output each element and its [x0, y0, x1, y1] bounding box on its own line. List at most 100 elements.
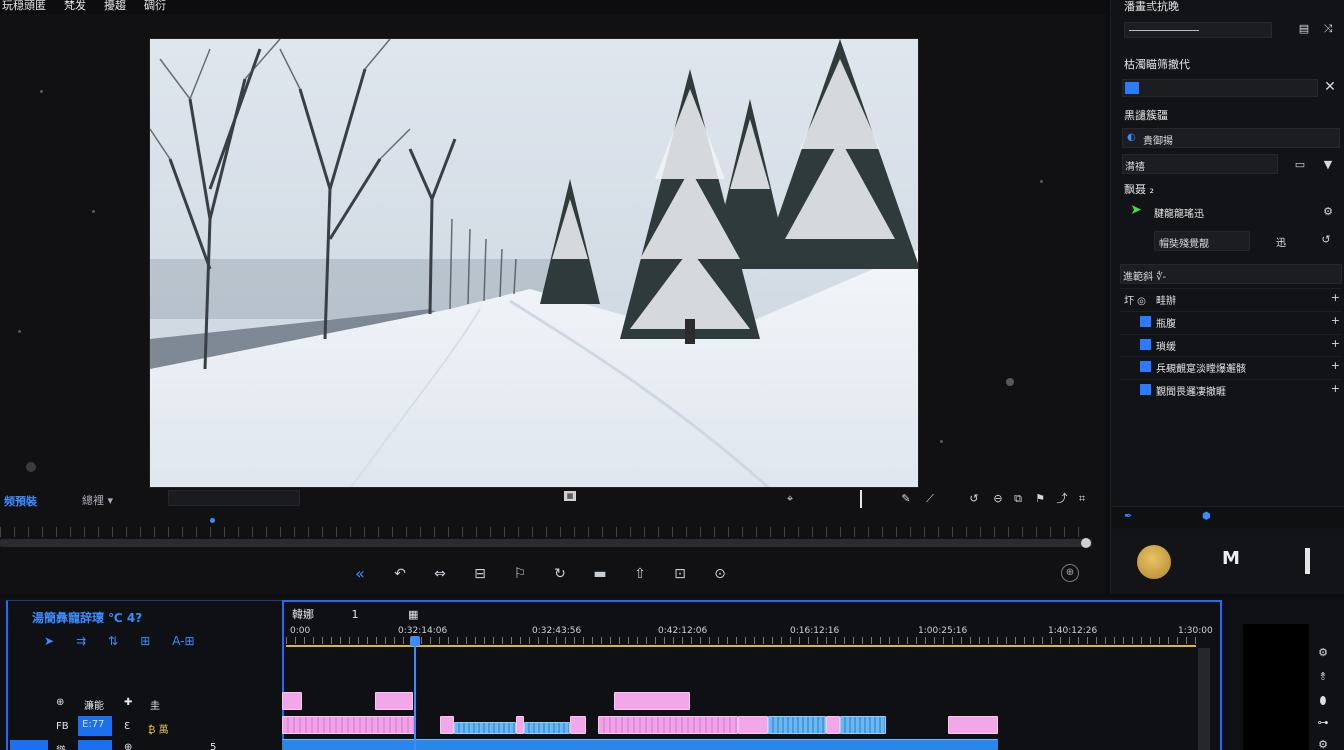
- settings-icon[interactable]: ⊙: [710, 564, 730, 584]
- video-clip[interactable]: [516, 716, 524, 734]
- preview-field[interactable]: [168, 490, 300, 506]
- video-clip[interactable]: [454, 722, 516, 734]
- select-tool-icon[interactable]: ➤: [44, 634, 54, 652]
- track-target-button[interactable]: E:77: [78, 716, 112, 736]
- checkbox[interactable]: [1140, 384, 1151, 395]
- track-lock-icon[interactable]: ⊕: [56, 697, 64, 708]
- checkbox[interactable]: [1140, 339, 1151, 350]
- work-area-bar[interactable]: [286, 645, 1196, 647]
- mark-in-icon[interactable]: ⊟: [470, 564, 490, 584]
- menu-item-3[interactable]: 擾趨: [104, 0, 126, 14]
- add-icon[interactable]: +: [1331, 291, 1340, 304]
- undo-icon[interactable]: ↺: [1318, 233, 1334, 247]
- video-clip[interactable]: [282, 692, 302, 710]
- video-clip[interactable]: [948, 716, 998, 734]
- video-clip[interactable]: [375, 692, 413, 710]
- bar-thumbnail[interactable]: [1305, 548, 1310, 574]
- video-clip[interactable]: [524, 722, 570, 734]
- badge-thumbnail[interactable]: [1137, 545, 1171, 579]
- list-item[interactable]: 圷 ◎ 畦辦 +: [1120, 288, 1342, 308]
- ripple-tool-icon[interactable]: ⇉: [76, 634, 86, 652]
- step-icon[interactable]: ⇔: [430, 564, 450, 584]
- share-icon[interactable]: ⤴: [1054, 492, 1070, 506]
- text-tool-icon[interactable]: A-⊞: [172, 634, 194, 652]
- comment-icon[interactable]: ▬: [590, 564, 610, 584]
- add-icon[interactable]: +: [1331, 337, 1340, 350]
- video-clip[interactable]: [768, 716, 826, 734]
- crop-icon[interactable]: ⌗: [1074, 492, 1090, 506]
- inspector-slider[interactable]: [1124, 22, 1272, 38]
- list-item[interactable]: 兵覡覿寔淡瞠爆邂骸 +: [1120, 356, 1342, 376]
- audio-target-button[interactable]: [78, 740, 112, 750]
- search-field[interactable]: 潸禧: [1122, 154, 1278, 174]
- audio-clip[interactable]: [282, 739, 998, 750]
- sequence-tab[interactable]: 韓娜 1 ▦: [292, 606, 418, 622]
- frame-marker-icon[interactable]: ▦: [564, 491, 576, 501]
- scrubber-handle[interactable]: [1081, 538, 1091, 548]
- video-preview[interactable]: [149, 38, 919, 488]
- slip-tool-icon[interactable]: ⊞: [140, 634, 150, 652]
- comment-icon[interactable]: ▭: [1292, 158, 1308, 172]
- preset-select[interactable]: ◐ 貴御揚: [1122, 128, 1340, 148]
- checkbox[interactable]: [1140, 316, 1151, 327]
- menu-item-1[interactable]: 玩穏頭匿: [2, 0, 46, 14]
- preview-dropdown[interactable]: 總裡 ▾: [82, 492, 113, 508]
- gear-icon[interactable]: ⚙: [1320, 205, 1336, 219]
- pen-icon[interactable]: ✎: [898, 492, 914, 506]
- add-icon[interactable]: +: [1331, 314, 1340, 327]
- back-icon[interactable]: «: [350, 564, 370, 584]
- playhead[interactable]: [414, 636, 416, 750]
- close-icon[interactable]: ✕: [1322, 80, 1338, 94]
- scrubber-in-point[interactable]: [210, 518, 215, 523]
- razor-tool-icon[interactable]: ⇅: [108, 634, 118, 652]
- list-header[interactable]: 進範斜 ∜-: [1120, 264, 1342, 284]
- settings-icon[interactable]: ⚙: [1316, 738, 1330, 750]
- zoom-icon[interactable]: ⊕: [1061, 564, 1079, 582]
- video-clip[interactable]: [282, 716, 416, 734]
- flag-icon[interactable]: ⚑: [1032, 492, 1048, 506]
- rewind-icon[interactable]: ↶: [390, 564, 410, 584]
- collapse-icon[interactable]: ⤨: [1320, 22, 1336, 36]
- progress-field[interactable]: [1122, 79, 1318, 97]
- document-icon[interactable]: ▤: [1296, 22, 1312, 36]
- video-clip[interactable]: [614, 692, 690, 710]
- logo-m-thumbnail[interactable]: M: [1218, 548, 1244, 570]
- timeline-scrollbar[interactable]: [1198, 648, 1210, 750]
- checkbox[interactable]: [1140, 361, 1151, 372]
- marker-icon[interactable]: ⬮: [1316, 694, 1330, 708]
- flag-icon[interactable]: ⚐: [510, 564, 530, 584]
- add-icon[interactable]: +: [1331, 382, 1340, 395]
- menu-item-2[interactable]: 梵发: [64, 0, 86, 14]
- preview-mode-label[interactable]: 频預裝: [4, 493, 37, 509]
- video-clip[interactable]: [440, 716, 454, 734]
- video-clip[interactable]: [570, 716, 586, 734]
- snap-icon[interactable]: ⥉: [1316, 670, 1330, 684]
- chevron-down-icon[interactable]: ▼: [1320, 158, 1336, 172]
- video-clip[interactable]: [840, 716, 886, 734]
- mask-icon[interactable]: ⧉: [1010, 492, 1026, 506]
- slash-icon[interactable]: ⟋: [922, 492, 938, 506]
- list-item[interactable]: 瓶腹 +: [1120, 311, 1342, 331]
- apply-button[interactable]: 帽奘殘覺靓: [1154, 231, 1250, 251]
- menu-item-4[interactable]: 碉衍: [144, 0, 166, 14]
- refresh-icon[interactable]: ↺: [966, 492, 982, 506]
- play-green-icon[interactable]: ➤: [1128, 203, 1144, 217]
- audio-track-button[interactable]: [10, 740, 48, 750]
- link-icon[interactable]: ⊶: [1316, 716, 1330, 730]
- scrubber-track[interactable]: [0, 539, 1092, 547]
- wrench-icon[interactable]: ⚙: [1316, 646, 1330, 660]
- track-sync-icon[interactable]: ⊕: [124, 742, 132, 750]
- tag-icon[interactable]: ⬢: [1202, 511, 1211, 522]
- track-sync-icon[interactable]: Ɛ: [124, 721, 130, 732]
- video-clip[interactable]: [738, 716, 768, 734]
- video-clip[interactable]: [826, 716, 840, 734]
- playhead-handle[interactable]: [410, 636, 420, 646]
- pin-icon[interactable]: ✒: [1124, 511, 1132, 522]
- pin-icon[interactable]: ⌖: [782, 492, 798, 506]
- list-item[interactable]: 瑣缓 +: [1120, 334, 1342, 354]
- loop-icon[interactable]: ↻: [550, 564, 570, 584]
- track-visibility-icon[interactable]: ✚: [124, 697, 132, 708]
- link-icon[interactable]: ⊖: [990, 492, 1006, 506]
- add-icon[interactable]: +: [1331, 359, 1340, 372]
- export-icon[interactable]: ⇧: [630, 564, 650, 584]
